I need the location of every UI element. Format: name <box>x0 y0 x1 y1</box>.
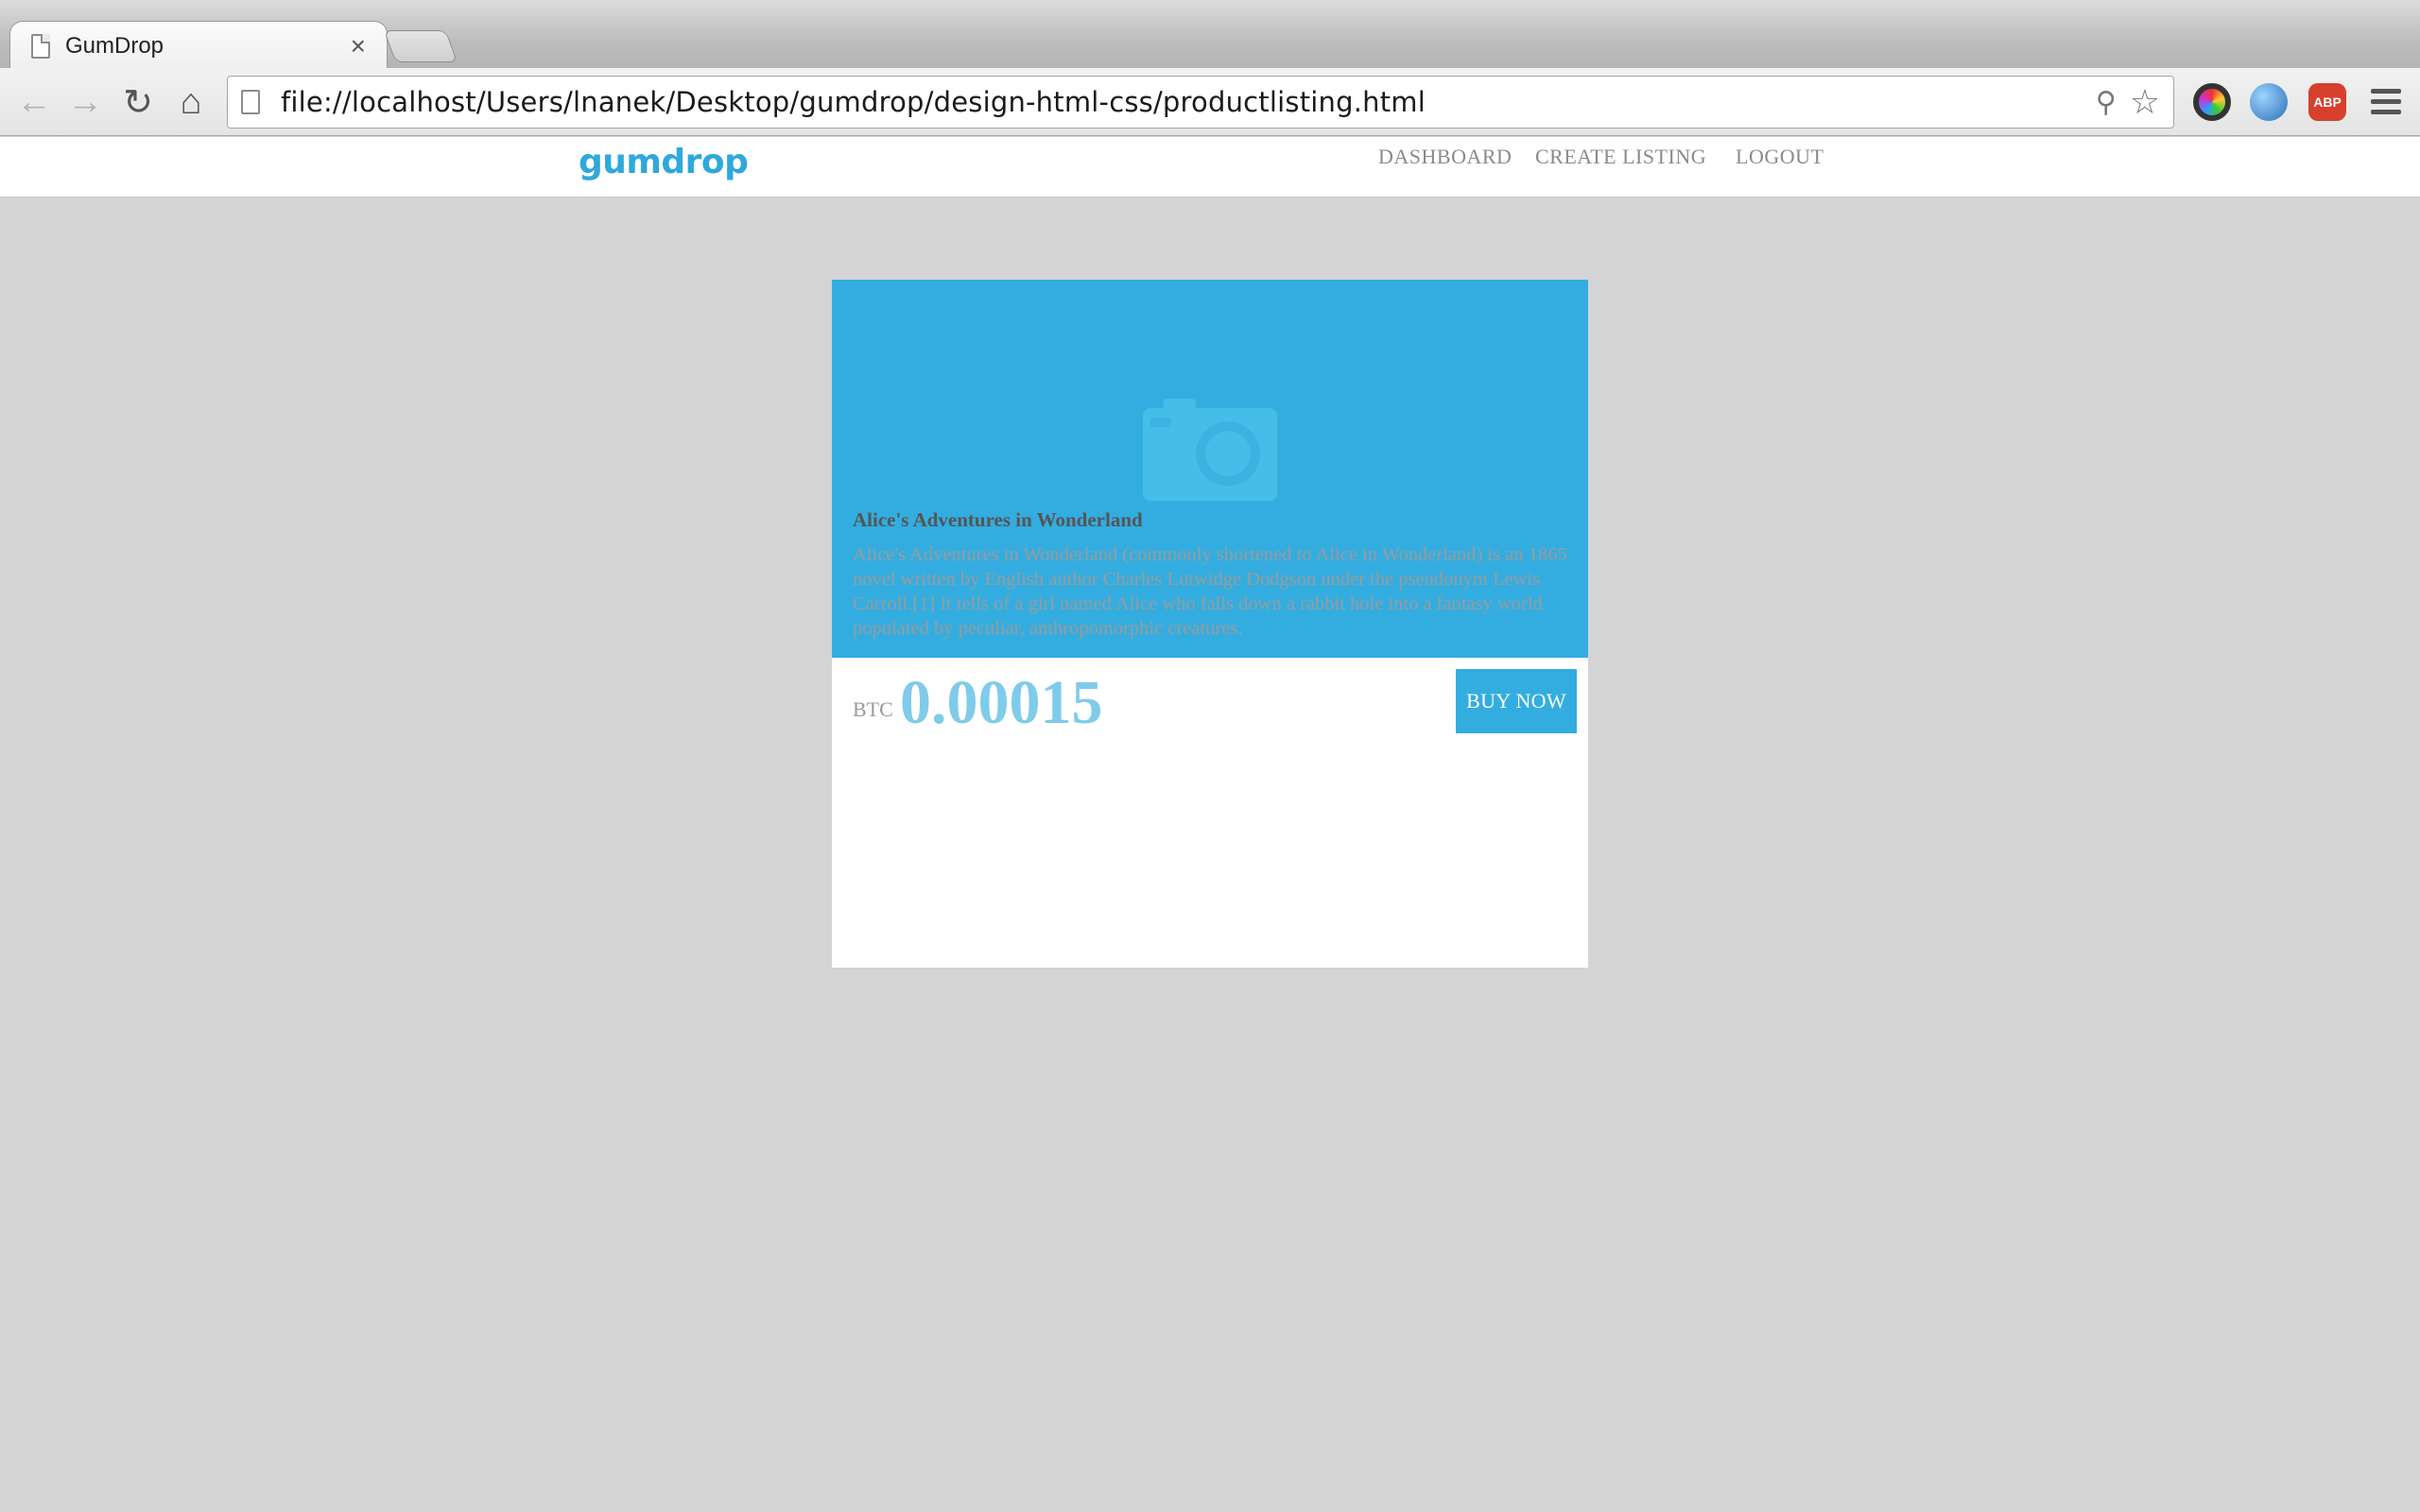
zoom-icon[interactable]: ⚲ <box>2096 86 2117 119</box>
price-value: 0.00015 <box>900 668 1103 737</box>
document-icon <box>31 33 50 59</box>
site-header: gumdrop DASHBOARD CREATE LISTING LOGOUT <box>0 137 2420 198</box>
color-picker-icon[interactable] <box>2193 83 2231 121</box>
bookmark-star-icon[interactable]: ☆ <box>2130 82 2160 122</box>
browser-tab[interactable]: GumDrop × <box>9 21 388 70</box>
page-icon <box>241 90 260 114</box>
currency-label: BTC <box>853 697 893 721</box>
browser-toolbar: ← → ↻ ⌂ file://localhost/Users/lnanek/De… <box>0 68 2420 136</box>
forward-arrow-icon[interactable]: → <box>64 81 106 123</box>
product-card: BTC 0.00015 BUY NOW Alice's Adventures i… <box>832 280 1588 968</box>
globe-icon[interactable] <box>2250 83 2288 121</box>
camera-icon <box>1143 399 1277 501</box>
adblock-icon[interactable]: ABP <box>2308 83 2346 121</box>
nav-dashboard[interactable]: DASHBOARD <box>1378 145 1512 169</box>
tab-strip: GumDrop × <box>0 0 2420 70</box>
home-icon[interactable]: ⌂ <box>170 81 212 123</box>
tab-title: GumDrop <box>65 32 164 59</box>
back-arrow-icon[interactable]: ← <box>13 81 55 123</box>
new-tab-button[interactable] <box>383 30 458 62</box>
address-bar[interactable]: file://localhost/Users/lnanek/Desktop/gu… <box>227 76 2174 129</box>
site-logo[interactable]: gumdrop <box>579 143 749 181</box>
price-row: BTC 0.00015 BUY NOW <box>832 658 1588 762</box>
reload-icon[interactable]: ↻ <box>117 81 159 123</box>
close-tab-icon[interactable]: × <box>351 32 366 60</box>
nav-create-listing[interactable]: CREATE LISTING <box>1535 145 1706 169</box>
product-title: Alice's Adventures in Wonderland <box>853 508 1143 531</box>
buy-now-button[interactable]: BUY NOW <box>1456 669 1577 733</box>
product-description: Alice's Adventures in Wonderland (common… <box>853 544 1567 639</box>
nav-logout[interactable]: LOGOUT <box>1736 145 1824 169</box>
url-text[interactable]: file://localhost/Users/lnanek/Desktop/gu… <box>281 86 2096 118</box>
menu-icon[interactable] <box>2371 89 2401 120</box>
